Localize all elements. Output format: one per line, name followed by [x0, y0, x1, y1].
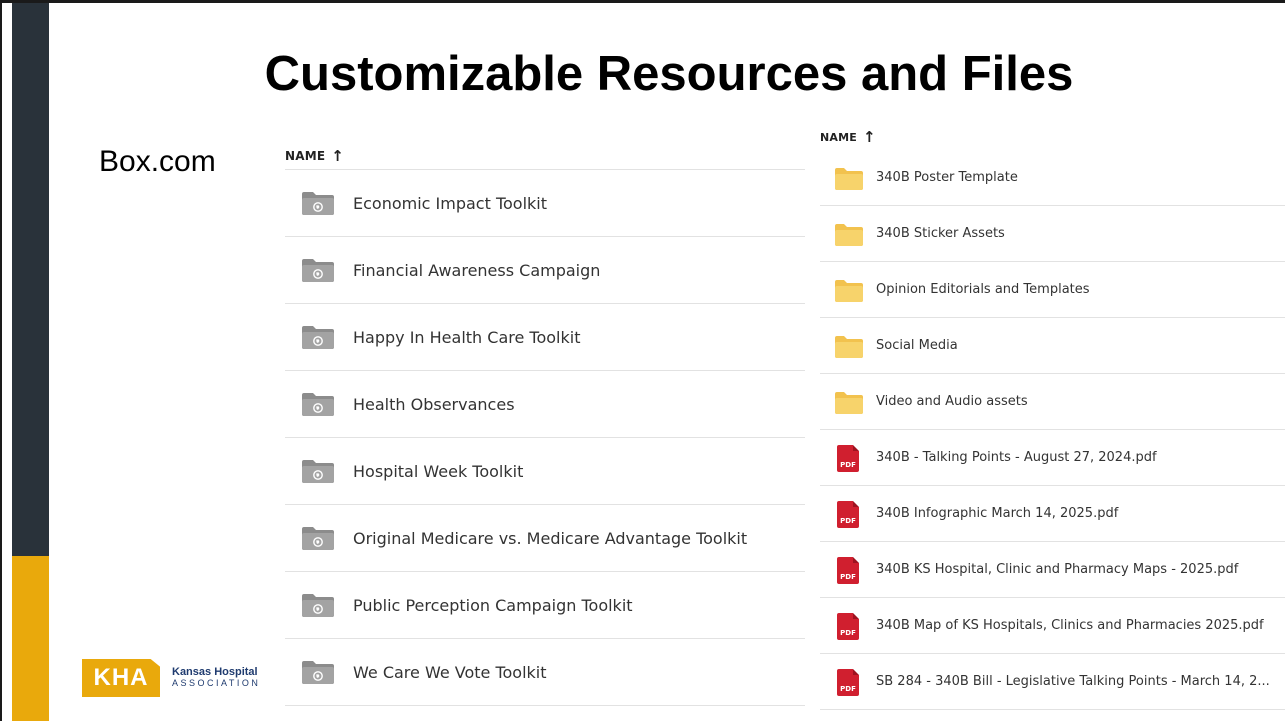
folder-row[interactable]: Video and Audio assets [820, 374, 1285, 430]
column-header-label: NAME [285, 148, 326, 163]
pdf-badge: PDF [840, 572, 856, 581]
pdf-file-icon: PDF [834, 668, 864, 696]
name-column-header[interactable]: NAME ↑ [285, 140, 805, 170]
folder-name: Original Medicare vs. Medicare Advantage… [353, 528, 748, 548]
file-name: 340B Infographic March 14, 2025.pdf [876, 506, 1119, 521]
shared-folder-icon [301, 190, 335, 216]
folder-icon [834, 165, 864, 191]
folder-row[interactable]: 340B Sticker Assets [820, 206, 1285, 262]
pdf-file-icon: PDF [834, 612, 864, 640]
folder-row[interactable]: Social Media [820, 318, 1285, 374]
folder-name: Financial Awareness Campaign [353, 260, 601, 280]
folder-name: Social Media [876, 338, 958, 353]
kha-logo-mark: KHA [82, 659, 160, 697]
column-header-label: NAME [820, 130, 857, 144]
folder-row[interactable]: Hospital Week Toolkit [285, 438, 805, 505]
sort-ascending-icon: ↑ [862, 128, 876, 146]
file-name: 340B Map of KS Hospitals, Clinics and Ph… [876, 618, 1264, 633]
file-row[interactable]: PDF 340B Map of KS Hospitals, Clinics and… [820, 598, 1285, 654]
folder-name: 340B Poster Template [876, 170, 1018, 185]
folder-icon [834, 389, 864, 415]
shared-folder-icon [301, 659, 335, 685]
kha-logo: KHA Kansas Hospital ASSOCIATION [82, 659, 260, 697]
file-name: 340B - Talking Points - August 27, 2024.… [876, 450, 1157, 465]
folder-row[interactable]: Happy In Health Care Toolkit [285, 304, 805, 371]
folder-name: Happy In Health Care Toolkit [353, 327, 581, 347]
folder-row[interactable]: Original Medicare vs. Medicare Advantage… [285, 505, 805, 572]
folder-name: Hospital Week Toolkit [353, 461, 524, 481]
pdf-badge: PDF [840, 516, 856, 525]
box-folder-list-left: NAME ↑ Economic Impact Toolkit Financial … [285, 140, 805, 706]
sidebar-accent-gold [12, 556, 49, 721]
pdf-file-icon: PDF [834, 556, 864, 584]
pdf-badge: PDF [840, 628, 856, 637]
top-border [0, 0, 1285, 3]
folder-name: Health Observances [353, 394, 515, 414]
logo-wordmark: Kansas Hospital ASSOCIATION [172, 667, 260, 689]
folder-row[interactable]: We Care We Vote Toolkit [285, 639, 805, 706]
folder-name: Video and Audio assets [876, 394, 1028, 409]
sort-ascending-icon: ↑ [331, 146, 345, 165]
pdf-file-icon: PDF [834, 444, 864, 472]
box-folder-list-right: NAME ↑ 340B Poster Template 340B Sticker … [820, 118, 1285, 710]
logo-name: Kansas Hospital [172, 666, 258, 678]
slide-title: Customizable Resources and Files [264, 47, 1074, 101]
folder-name: Economic Impact Toolkit [353, 193, 548, 213]
file-name: SB 284 - 340B Bill - Legislative Talking… [876, 674, 1270, 689]
file-name: 340B KS Hospital, Clinic and Pharmacy Ma… [876, 562, 1239, 577]
site-label: Box.com [99, 145, 216, 178]
logo-mark-text: KHA [93, 664, 149, 691]
folder-row[interactable]: Financial Awareness Campaign [285, 237, 805, 304]
shared-folder-icon [301, 391, 335, 417]
name-column-header[interactable]: NAME ↑ [820, 118, 1285, 150]
shared-folder-icon [301, 592, 335, 618]
folder-row[interactable]: Public Perception Campaign Toolkit [285, 572, 805, 639]
shared-folder-icon [301, 257, 335, 283]
file-row[interactable]: PDF 340B Infographic March 14, 2025.pdf [820, 486, 1285, 542]
folder-row[interactable]: 340B Poster Template [820, 150, 1285, 206]
folder-name: We Care We Vote Toolkit [353, 662, 547, 682]
pdf-badge: PDF [840, 460, 856, 469]
logo-subtitle: ASSOCIATION [172, 678, 261, 688]
folder-icon [834, 277, 864, 303]
folder-name: 340B Sticker Assets [876, 226, 1005, 241]
pdf-file-icon: PDF [834, 500, 864, 528]
shared-folder-icon [301, 324, 335, 350]
folder-icon [834, 333, 864, 359]
folder-row[interactable]: Opinion Editorials and Templates [820, 262, 1285, 318]
folder-row[interactable]: Economic Impact Toolkit [285, 170, 805, 237]
shared-folder-icon [301, 458, 335, 484]
folder-row[interactable]: Health Observances [285, 371, 805, 438]
shared-folder-icon [301, 525, 335, 551]
left-border [0, 0, 2, 721]
folder-name: Public Perception Campaign Toolkit [353, 595, 633, 615]
folder-name: Opinion Editorials and Templates [876, 282, 1090, 297]
file-row[interactable]: PDF SB 284 - 340B Bill - Legislative Talk… [820, 654, 1285, 710]
pdf-badge: PDF [840, 684, 856, 693]
file-row[interactable]: PDF 340B - Talking Points - August 27, 20… [820, 430, 1285, 486]
folder-icon [834, 221, 864, 247]
file-row[interactable]: PDF 340B KS Hospital, Clinic and Pharmacy… [820, 542, 1285, 598]
